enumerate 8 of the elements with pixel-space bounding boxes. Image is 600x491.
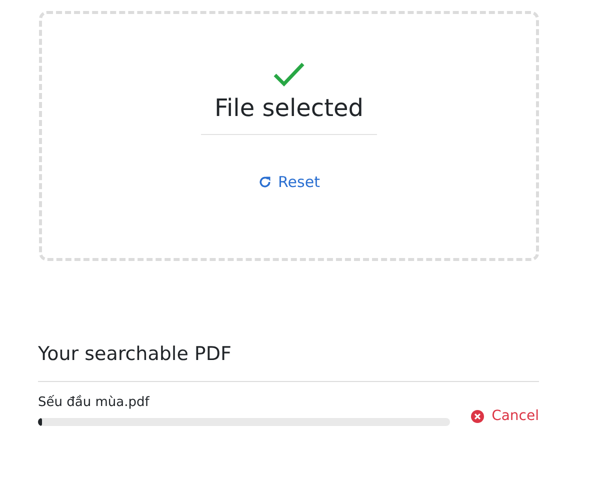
checkmark-icon: [273, 62, 305, 88]
close-icon: [470, 410, 484, 422]
reset-icon: [258, 175, 272, 189]
reset-button[interactable]: Reset: [254, 171, 324, 193]
file-name: Sếu đầu mùa.pdf: [38, 394, 151, 412]
status-title: File selected: [214, 93, 364, 124]
section-heading: Your searchable PDF: [38, 342, 232, 367]
cancel-button[interactable]: Cancel: [470, 408, 539, 424]
